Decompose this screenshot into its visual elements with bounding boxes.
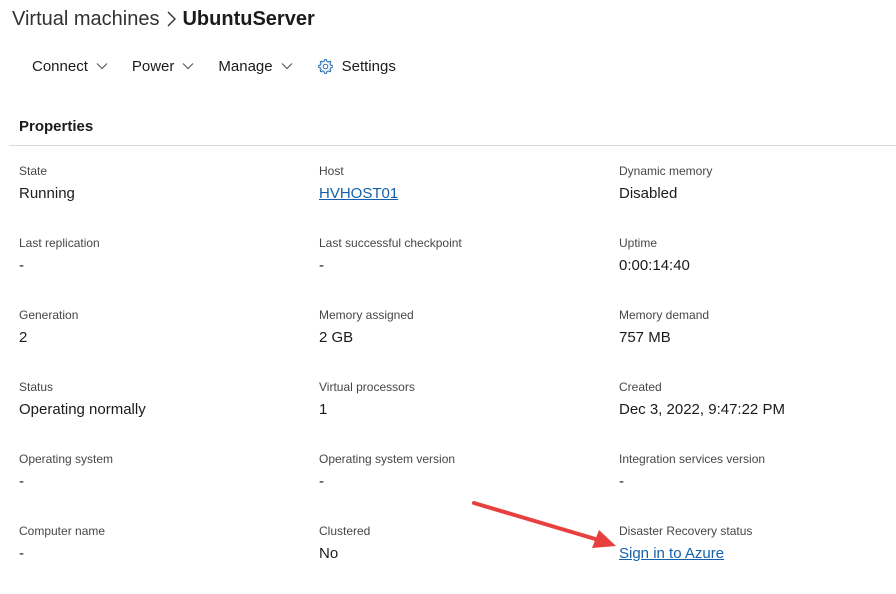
property-label: State bbox=[19, 164, 48, 178]
property-label: Integration services version bbox=[619, 452, 766, 466]
vm-overview-page: Virtual machines UbuntuServer Connect Po… bbox=[0, 0, 896, 594]
chevron-right-icon bbox=[167, 11, 177, 27]
property-value: Dec 3, 2022, 9:47:22 PM bbox=[619, 401, 785, 418]
chevron-down-icon bbox=[96, 62, 108, 70]
property-computer-name: Computer name - bbox=[19, 523, 319, 594]
page-title: UbuntuServer bbox=[182, 7, 315, 30]
property-label: Status bbox=[19, 380, 54, 394]
property-value: - bbox=[19, 473, 24, 490]
property-generation: Generation 2 bbox=[19, 307, 319, 379]
property-created: Created Dec 3, 2022, 9:47:22 PM bbox=[619, 379, 896, 451]
section-divider bbox=[9, 145, 896, 146]
property-value: - bbox=[319, 257, 324, 274]
chevron-down-icon bbox=[182, 62, 194, 70]
property-integration-services: Integration services version - bbox=[619, 451, 896, 523]
manage-button[interactable]: Manage bbox=[206, 50, 304, 82]
property-disaster-recovery: Disaster Recovery status Sign in to Azur… bbox=[619, 523, 896, 594]
property-memory-assigned: Memory assigned 2 GB bbox=[319, 307, 619, 379]
property-virtual-processors: Virtual processors 1 bbox=[319, 379, 619, 451]
gear-icon bbox=[317, 58, 334, 75]
power-button[interactable]: Power bbox=[120, 50, 207, 82]
connect-button[interactable]: Connect bbox=[20, 50, 120, 82]
host-link[interactable]: HVHOST01 bbox=[319, 185, 398, 202]
property-value: 0:00:14:40 bbox=[619, 257, 690, 274]
settings-button-label: Settings bbox=[341, 57, 396, 75]
breadcrumb: Virtual machines UbuntuServer bbox=[12, 4, 315, 34]
power-button-label: Power bbox=[131, 57, 175, 75]
property-label: Last successful checkpoint bbox=[319, 236, 462, 250]
property-uptime: Uptime 0:00:14:40 bbox=[619, 235, 896, 307]
property-label: Generation bbox=[19, 308, 79, 322]
property-label: Operating system bbox=[19, 452, 114, 466]
property-value: No bbox=[319, 545, 339, 562]
chevron-down-icon bbox=[281, 62, 293, 70]
property-value: Operating normally bbox=[19, 401, 146, 418]
property-host: Host HVHOST01 bbox=[319, 163, 619, 235]
property-memory-demand: Memory demand 757 MB bbox=[619, 307, 896, 379]
property-label: Uptime bbox=[619, 236, 658, 250]
properties-grid: State Running Host HVHOST01 Dynamic memo… bbox=[19, 163, 896, 594]
property-value: Running bbox=[19, 185, 75, 202]
properties-heading: Properties bbox=[19, 118, 94, 135]
property-status: Status Operating normally bbox=[19, 379, 319, 451]
property-os-version: Operating system version - bbox=[319, 451, 619, 523]
property-value: 1 bbox=[319, 401, 328, 418]
property-value: 757 MB bbox=[619, 329, 671, 346]
breadcrumb-virtual-machines-link[interactable]: Virtual machines bbox=[12, 8, 159, 31]
settings-button[interactable]: Settings bbox=[305, 50, 408, 82]
property-value-wrapper: HVHOST01 bbox=[319, 184, 619, 204]
property-label: Dynamic memory bbox=[619, 164, 713, 178]
property-value: - bbox=[19, 257, 24, 274]
property-operating-system: Operating system - bbox=[19, 451, 319, 523]
property-label: Virtual processors bbox=[319, 380, 415, 394]
property-last-checkpoint: Last successful checkpoint - bbox=[319, 235, 619, 307]
property-value: 2 GB bbox=[319, 329, 354, 346]
connect-button-label: Connect bbox=[32, 57, 88, 75]
property-label: Memory demand bbox=[619, 308, 710, 322]
property-label: Operating system version bbox=[319, 452, 456, 466]
property-label: Clustered bbox=[319, 524, 371, 538]
sign-in-to-azure-link[interactable]: Sign in to Azure bbox=[619, 545, 724, 562]
property-state: State Running bbox=[19, 163, 319, 235]
command-bar: Connect Power Manage Settings bbox=[20, 50, 408, 82]
property-value: 2 bbox=[19, 329, 28, 346]
property-value: - bbox=[19, 545, 24, 562]
property-label: Created bbox=[619, 380, 662, 394]
manage-button-label: Manage bbox=[218, 57, 273, 75]
property-label: Last replication bbox=[19, 236, 100, 250]
property-value: Disabled bbox=[619, 185, 678, 202]
property-value-wrapper: Sign in to Azure bbox=[619, 544, 896, 564]
property-clustered: Clustered No bbox=[319, 523, 619, 594]
property-last-replication: Last replication - bbox=[19, 235, 319, 307]
property-label: Memory assigned bbox=[319, 308, 414, 322]
property-label: Computer name bbox=[19, 524, 106, 538]
property-value: - bbox=[319, 473, 324, 490]
property-label: Host bbox=[319, 164, 344, 178]
property-label: Disaster Recovery status bbox=[619, 524, 753, 538]
property-value: - bbox=[619, 473, 624, 490]
property-dynamic-memory: Dynamic memory Disabled bbox=[619, 163, 896, 235]
